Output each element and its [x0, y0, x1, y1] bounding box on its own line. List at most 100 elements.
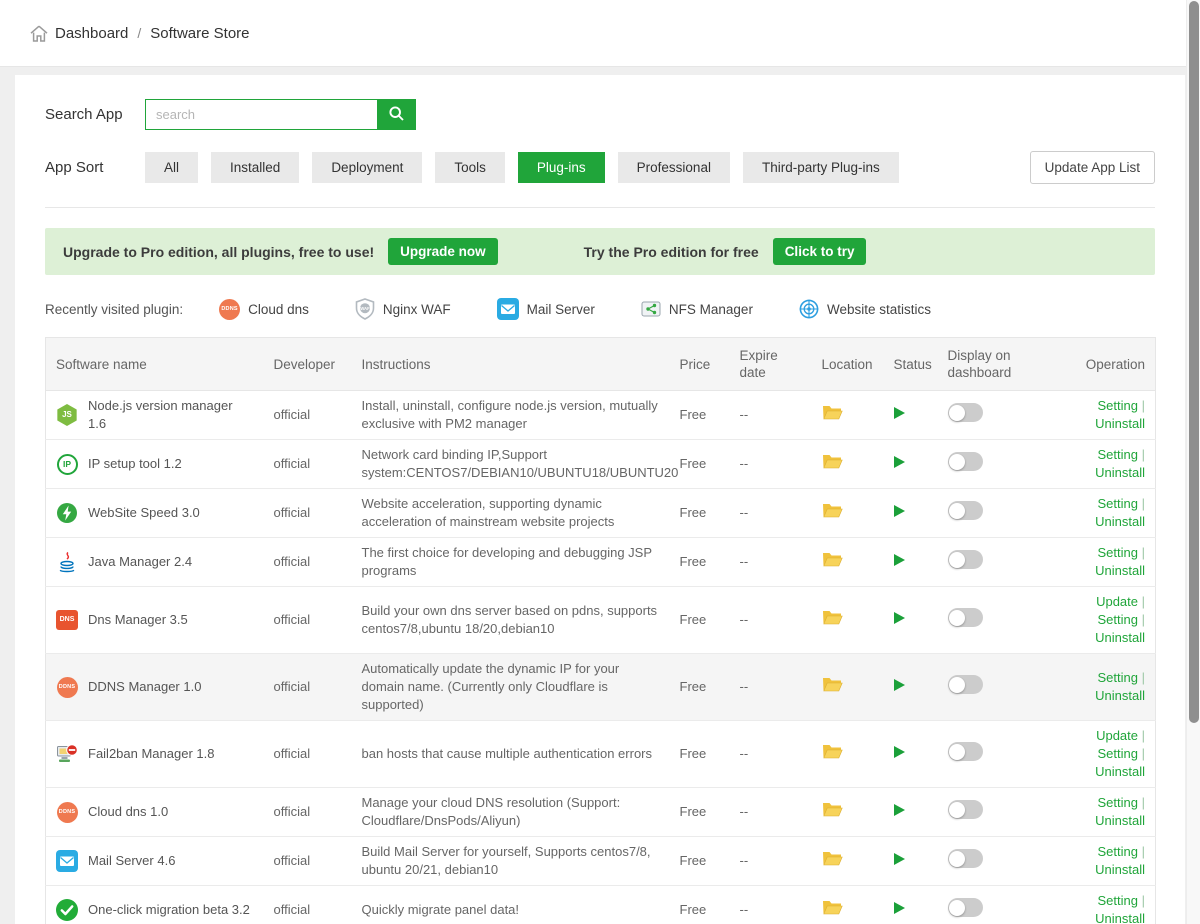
price: Free [670, 886, 730, 924]
status-running-icon[interactable] [894, 505, 905, 517]
setting-link[interactable]: Setting [1098, 398, 1138, 413]
status-running-icon[interactable] [894, 407, 905, 419]
nodejs-icon: JS [56, 404, 78, 426]
breadcrumb-dashboard[interactable]: Dashboard [55, 25, 128, 42]
display-on-dashboard-toggle[interactable] [948, 800, 983, 819]
toggle-knob [949, 851, 965, 867]
software-name: DDNS Manager 1.0 [88, 678, 201, 696]
sort-button-installed[interactable]: Installed [211, 152, 299, 183]
migration-icon [56, 899, 78, 921]
sort-button-plug-ins[interactable]: Plug-ins [518, 152, 605, 183]
sort-button-all[interactable]: All [145, 152, 198, 183]
uninstall-link[interactable]: Uninstall [1095, 514, 1145, 529]
setting-link[interactable]: Setting [1098, 545, 1138, 560]
column-header-software-name: Software name [46, 338, 264, 391]
folder-icon[interactable] [822, 458, 843, 473]
uninstall-link[interactable]: Uninstall [1095, 630, 1145, 645]
status-running-icon[interactable] [894, 853, 905, 865]
operation-cell: Setting | Uninstall [1046, 837, 1156, 886]
expire-date: -- [730, 886, 812, 924]
update-link[interactable]: Update [1096, 728, 1138, 743]
status-running-icon[interactable] [894, 612, 905, 624]
expire-date: -- [730, 538, 812, 587]
setting-link[interactable]: Setting [1098, 844, 1138, 859]
folder-icon[interactable] [822, 904, 843, 919]
waf-shield-icon: WAF [355, 298, 375, 320]
recent-plugin-nfs-manager[interactable]: NFS Manager [641, 299, 753, 319]
uninstall-link[interactable]: Uninstall [1095, 862, 1145, 877]
status-running-icon[interactable] [894, 456, 905, 468]
update-app-list-button[interactable]: Update App List [1030, 151, 1155, 184]
setting-link[interactable]: Setting [1098, 746, 1138, 761]
click-to-try-button[interactable]: Click to try [773, 238, 867, 265]
java-icon [56, 551, 78, 573]
instructions: Network card binding IP,Support system:C… [352, 440, 670, 489]
price: Free [670, 440, 730, 489]
display-on-dashboard-toggle[interactable] [948, 550, 983, 569]
folder-icon[interactable] [822, 507, 843, 522]
status-running-icon[interactable] [894, 679, 905, 691]
display-on-dashboard-toggle[interactable] [948, 403, 983, 422]
status-running-icon[interactable] [894, 902, 905, 914]
expire-date: -- [730, 440, 812, 489]
scrollbar-track[interactable] [1186, 0, 1200, 924]
breadcrumb-separator: / [137, 25, 141, 41]
software-name: WebSite Speed 3.0 [88, 504, 200, 522]
search-app-label: Search App [45, 106, 145, 123]
setting-link[interactable]: Setting [1098, 893, 1138, 908]
display-on-dashboard-toggle[interactable] [948, 742, 983, 761]
display-on-dashboard-toggle[interactable] [948, 452, 983, 471]
instructions: Build Mail Server for yourself, Supports… [352, 837, 670, 886]
setting-link[interactable]: Setting [1098, 447, 1138, 462]
uninstall-link[interactable]: Uninstall [1095, 688, 1145, 703]
search-input[interactable] [145, 99, 377, 130]
folder-icon[interactable] [822, 614, 843, 629]
uninstall-link[interactable]: Uninstall [1095, 465, 1145, 480]
update-link[interactable]: Update [1096, 594, 1138, 609]
home-icon[interactable] [30, 25, 48, 42]
display-on-dashboard-toggle[interactable] [948, 898, 983, 917]
status-running-icon[interactable] [894, 554, 905, 566]
operation-separator: | [1138, 746, 1145, 761]
uninstall-link[interactable]: Uninstall [1095, 813, 1145, 828]
setting-link[interactable]: Setting [1098, 795, 1138, 810]
folder-icon[interactable] [822, 681, 843, 696]
software-name: Cloud dns 1.0 [88, 803, 168, 821]
recent-plugin-nginx-waf[interactable]: WAFNginx WAF [355, 298, 451, 320]
recent-plugin-mail-server[interactable]: Mail Server [497, 298, 595, 320]
display-on-dashboard-toggle[interactable] [948, 849, 983, 868]
folder-icon[interactable] [822, 806, 843, 821]
folder-icon[interactable] [822, 556, 843, 571]
folder-icon[interactable] [822, 409, 843, 424]
status-running-icon[interactable] [894, 804, 905, 816]
column-header-status: Status [884, 338, 938, 391]
display-on-dashboard-toggle[interactable] [948, 675, 983, 694]
operation-cell: Setting | Uninstall [1046, 886, 1156, 924]
recent-plugin-label: Website statistics [827, 302, 931, 317]
scrollbar-thumb[interactable] [1189, 1, 1199, 723]
uninstall-link[interactable]: Uninstall [1095, 911, 1145, 924]
folder-icon[interactable] [822, 855, 843, 870]
display-on-dashboard-toggle[interactable] [948, 608, 983, 627]
setting-link[interactable]: Setting [1098, 670, 1138, 685]
operation-separator: | [1138, 893, 1145, 908]
setting-link[interactable]: Setting [1098, 612, 1138, 627]
search-button[interactable] [377, 99, 416, 130]
sort-button-deployment[interactable]: Deployment [312, 152, 422, 183]
folder-icon[interactable] [822, 748, 843, 763]
display-on-dashboard-toggle[interactable] [948, 501, 983, 520]
operation-separator: | [1138, 728, 1145, 743]
sort-button-tools[interactable]: Tools [435, 152, 505, 183]
upgrade-now-button[interactable]: Upgrade now [388, 238, 498, 265]
recent-plugin-cloud-dns[interactable]: DDNSCloud dns [219, 299, 309, 320]
uninstall-link[interactable]: Uninstall [1095, 563, 1145, 578]
ip-icon: IP [56, 453, 78, 475]
status-running-icon[interactable] [894, 746, 905, 758]
instructions: Build your own dns server based on pdns,… [352, 587, 670, 654]
uninstall-link[interactable]: Uninstall [1095, 764, 1145, 779]
recent-plugin-website-statistics[interactable]: Website statistics [799, 299, 931, 319]
uninstall-link[interactable]: Uninstall [1095, 416, 1145, 431]
sort-button-professional[interactable]: Professional [618, 152, 730, 183]
setting-link[interactable]: Setting [1098, 496, 1138, 511]
sort-button-third-party-plug-ins[interactable]: Third-party Plug-ins [743, 152, 899, 183]
